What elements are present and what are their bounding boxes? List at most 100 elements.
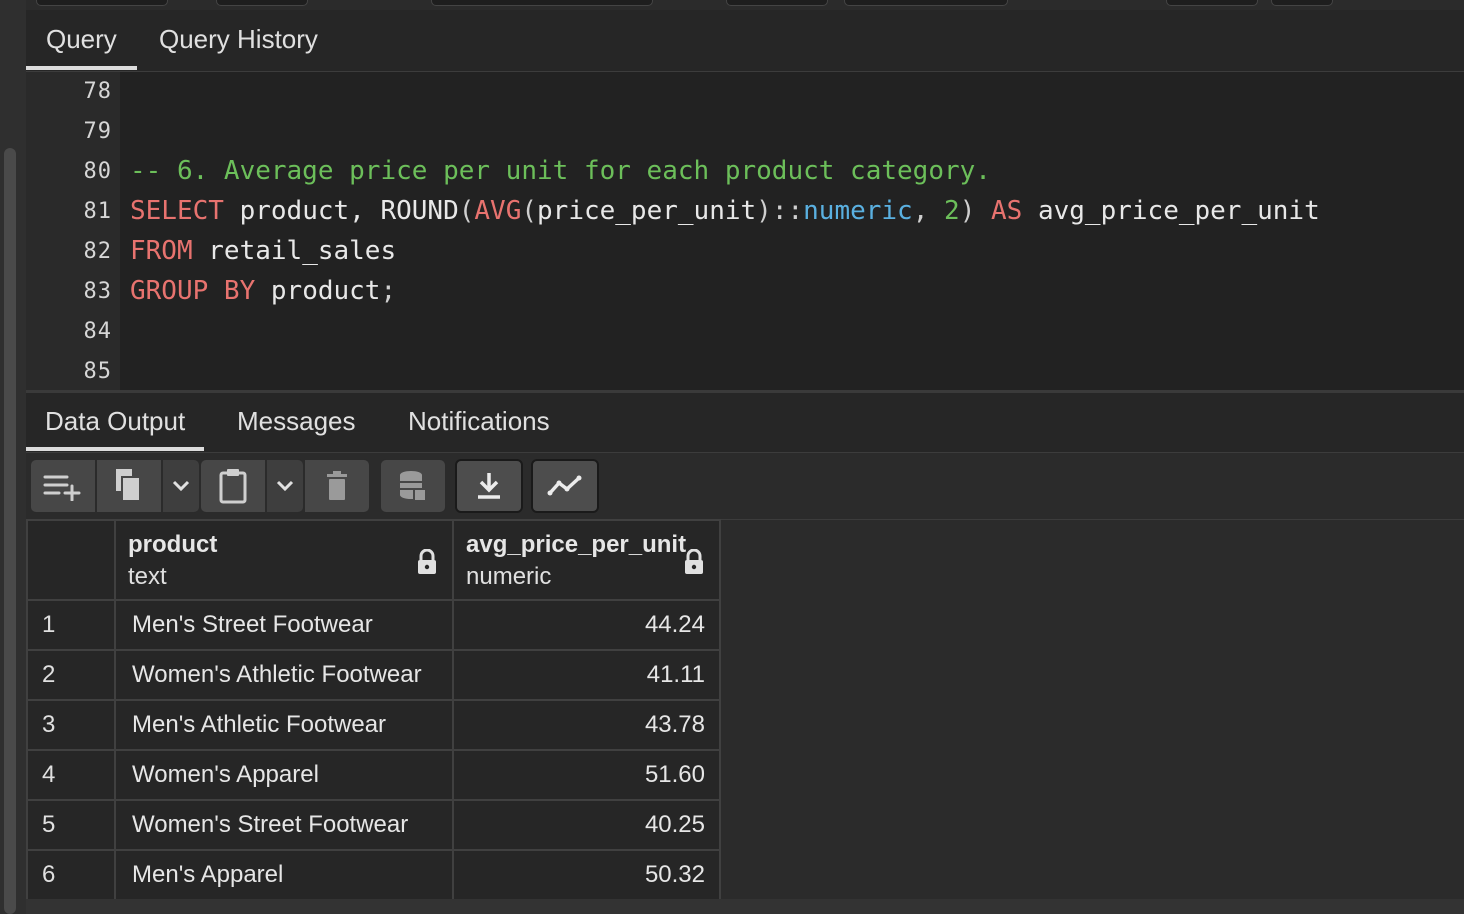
row-number[interactable]: 6 xyxy=(26,849,116,901)
save-data-icon xyxy=(400,471,427,502)
code-text: avg_price_per_unit xyxy=(1022,196,1320,226)
code-text: retail_sales xyxy=(192,236,397,266)
paste-options-dropdown[interactable] xyxy=(266,459,304,513)
table-row[interactable]: 3 Men's Athletic Footwear 43.78 xyxy=(26,699,721,751)
column-header-product[interactable]: product text xyxy=(114,519,454,601)
line-number: 84 xyxy=(83,319,112,344)
punctuation: ):: xyxy=(756,196,804,226)
cell-product[interactable]: Women's Athletic Footwear xyxy=(114,649,454,701)
keyword: AVG xyxy=(474,196,522,226)
copy-icon xyxy=(116,469,141,502)
data-output-toolbar xyxy=(26,453,1464,520)
chevron-down-icon xyxy=(172,480,190,492)
keyword: FROM xyxy=(130,236,193,266)
table-row[interactable]: 4 Women's Apparel 51.60 xyxy=(26,749,721,801)
copy-options-dropdown[interactable] xyxy=(162,459,200,513)
copy-button[interactable] xyxy=(96,459,162,513)
code-text: price_per_unit xyxy=(537,196,757,226)
code-comment: -- 6. Average price per unit for each pr… xyxy=(130,156,991,186)
punctuation: ( xyxy=(521,196,538,226)
toolbar-stub[interactable] xyxy=(1271,0,1333,6)
cell-product[interactable]: Men's Street Footwear xyxy=(114,599,454,651)
punctuation: , xyxy=(912,196,945,226)
cell-avg-price[interactable]: 51.60 xyxy=(452,749,721,801)
table-row[interactable]: 6 Men's Apparel 50.32 xyxy=(26,849,721,901)
column-name: avg_price_per_unit xyxy=(466,531,687,558)
code-text: product, ROUND xyxy=(223,196,459,226)
tab-query-history[interactable]: Query History xyxy=(159,10,318,70)
cell-product[interactable]: Men's Athletic Footwear xyxy=(114,699,454,751)
toolbar-stub[interactable] xyxy=(726,0,828,6)
delete-button[interactable] xyxy=(304,459,370,513)
delete-icon xyxy=(327,471,347,500)
vertical-scrollbar[interactable] xyxy=(4,148,16,914)
line-number-gutter: 78 79 80 81 82 83 84 85 xyxy=(26,72,120,390)
sql-editor[interactable]: 78 79 80 81 82 83 84 85 -- 6. Average pr… xyxy=(26,72,1464,390)
save-data-button[interactable] xyxy=(380,459,446,513)
toolbar-stub[interactable] xyxy=(431,0,653,6)
line-number: 83 xyxy=(83,279,112,304)
tab-messages[interactable]: Messages xyxy=(237,393,356,451)
toolbar-stub[interactable] xyxy=(216,0,308,6)
toolbar-stub[interactable] xyxy=(36,0,168,6)
line-number: 78 xyxy=(83,79,112,104)
cell-product[interactable]: Women's Street Footwear xyxy=(114,799,454,851)
column-header-avg-price[interactable]: avg_price_per_unit numeric xyxy=(452,519,721,601)
tab-label: Messages xyxy=(237,406,356,436)
type-name: numeric xyxy=(803,196,913,226)
line-number: 82 xyxy=(83,239,112,264)
row-number[interactable]: 2 xyxy=(26,649,116,701)
tab-label: Data Output xyxy=(45,406,186,436)
add-row-icon xyxy=(43,475,81,501)
code-line-82: FROM retail_sales xyxy=(130,236,396,266)
column-type: text xyxy=(128,563,167,590)
data-output-grid: product text avg_price_per_unit numeric … xyxy=(26,519,721,901)
line-number: 80 xyxy=(83,159,112,184)
punctuation: ( xyxy=(458,196,475,226)
cell-avg-price[interactable]: 44.24 xyxy=(452,599,721,651)
cell-product[interactable]: Men's Apparel xyxy=(114,849,454,901)
keyword: GROUP BY xyxy=(130,276,256,306)
header-row: product text avg_price_per_unit numeric xyxy=(26,519,721,601)
graph-icon xyxy=(547,475,582,496)
tab-label: Notifications xyxy=(408,406,550,436)
toolbar-stub[interactable] xyxy=(844,0,1008,6)
table-row[interactable]: 5 Women's Street Footwear 40.25 xyxy=(26,799,721,851)
graph-visualiser-button[interactable] xyxy=(531,459,599,513)
lock-icon xyxy=(685,549,703,574)
row-number[interactable]: 1 xyxy=(26,599,116,651)
row-number-header[interactable] xyxy=(26,519,116,601)
cell-avg-price[interactable]: 50.32 xyxy=(452,849,721,901)
download-button[interactable] xyxy=(455,459,523,513)
query-tabs: Query Query History xyxy=(26,10,1464,72)
column-type: numeric xyxy=(466,563,552,590)
row-number[interactable]: 3 xyxy=(26,699,116,751)
cell-avg-price[interactable]: 41.11 xyxy=(452,649,721,701)
tab-notifications[interactable]: Notifications xyxy=(408,393,550,451)
line-number: 81 xyxy=(83,199,112,224)
keyword: SELECT xyxy=(130,196,224,226)
paste-button[interactable] xyxy=(200,459,266,513)
table-row[interactable]: 1 Men's Street Footwear 44.24 xyxy=(26,599,721,651)
code-text: product xyxy=(255,276,381,306)
cell-product[interactable]: Women's Apparel xyxy=(114,749,454,801)
add-row-button[interactable] xyxy=(30,459,96,513)
row-number[interactable]: 5 xyxy=(26,799,116,851)
line-number: 79 xyxy=(83,119,112,144)
tab-query[interactable]: Query xyxy=(26,10,137,70)
toolbar-stub[interactable] xyxy=(1166,0,1258,6)
table-row[interactable]: 2 Women's Athletic Footwear 41.11 xyxy=(26,649,721,701)
download-icon xyxy=(478,473,500,499)
chevron-down-icon xyxy=(276,480,294,492)
cell-avg-price[interactable]: 40.25 xyxy=(452,799,721,851)
cell-avg-price[interactable]: 43.78 xyxy=(452,699,721,751)
row-number[interactable]: 4 xyxy=(26,749,116,801)
result-tabs: Data Output Messages Notifications xyxy=(25,393,1464,453)
number-literal: 2 xyxy=(944,196,960,226)
paste-icon xyxy=(219,469,247,504)
punctuation: ) xyxy=(959,196,991,226)
tab-data-output[interactable]: Data Output xyxy=(25,393,205,451)
code-line-81: SELECT product, ROUND(AVG(price_per_unit… xyxy=(130,196,1320,226)
keyword: AS xyxy=(991,196,1023,226)
lock-icon xyxy=(418,549,436,574)
